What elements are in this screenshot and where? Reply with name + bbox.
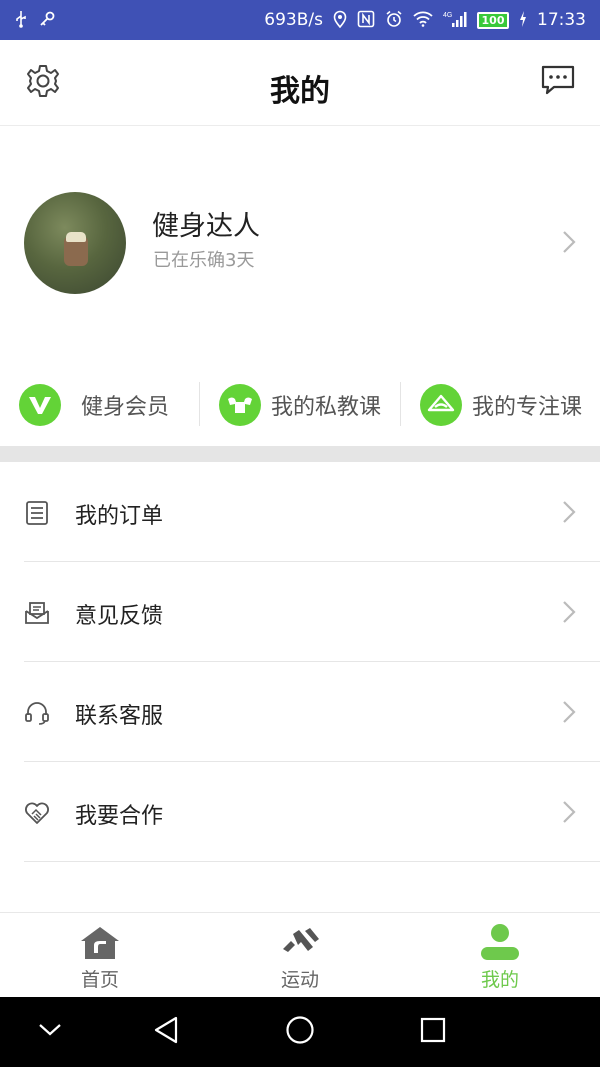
wifi-icon	[413, 11, 433, 30]
menu-item-label: 联系客服	[75, 704, 164, 729]
order-list-icon	[24, 500, 50, 526]
quick-action-label: 我的私教课	[271, 395, 382, 420]
feedback-icon	[24, 600, 50, 626]
bottom-tab-bar: 首页 运动 我的	[0, 912, 600, 997]
quick-action-label: 健身会员	[81, 395, 170, 420]
home-circle-icon	[285, 1015, 315, 1049]
vip-v-icon	[19, 384, 61, 426]
avatar-hat	[66, 232, 86, 242]
battery-icon: 100	[477, 11, 509, 29]
message-icon	[540, 64, 576, 100]
muscle-icon	[219, 384, 261, 426]
recents-square-icon	[419, 1016, 447, 1048]
chevron-right-icon	[562, 600, 576, 628]
tab-label: 首页	[80, 969, 119, 991]
user-icon	[479, 923, 521, 963]
headset-icon	[24, 700, 50, 726]
network-speed: 693B/s	[264, 10, 323, 30]
key-icon	[38, 10, 56, 31]
divider	[199, 382, 200, 426]
user-name: 健身达人	[152, 211, 260, 242]
status-bar: 693B/s 4G 100 17:33	[0, 0, 600, 40]
location-icon	[333, 10, 347, 31]
chevron-right-icon	[562, 700, 576, 728]
quick-actions: 健身会员 我的私教课 我的专注课	[0, 364, 600, 446]
menu-item-customer-service[interactable]: 联系客服	[0, 662, 600, 762]
nav-recents-button[interactable]	[413, 1012, 453, 1052]
section-divider	[0, 446, 600, 462]
focus-icon	[420, 384, 462, 426]
alarm-icon	[385, 10, 403, 31]
divider	[400, 382, 401, 426]
nav-collapse-button[interactable]	[30, 1012, 70, 1052]
chevron-right-icon	[562, 800, 576, 828]
quick-action-label: 我的专注课	[472, 395, 583, 420]
quick-action-focus-class[interactable]: 我的专注课	[420, 364, 582, 446]
signal-icon: 4G	[443, 10, 467, 31]
tab-label: 运动	[280, 969, 319, 991]
membership-days: 已在乐确3天	[153, 250, 255, 271]
tab-sport[interactable]: 运动	[200, 913, 400, 997]
charging-icon	[519, 10, 527, 30]
nav-back-button[interactable]	[146, 1012, 186, 1052]
tab-home[interactable]: 首页	[0, 913, 200, 997]
menu-item-feedback[interactable]: 意见反馈	[0, 562, 600, 662]
message-button[interactable]	[538, 64, 578, 100]
tab-mine[interactable]: 我的	[400, 913, 600, 997]
handshake-icon	[24, 800, 50, 826]
running-icon	[279, 923, 321, 963]
quick-action-private-class[interactable]: 我的私教课	[219, 364, 381, 446]
menu-item-label: 我要合作	[75, 804, 164, 829]
back-triangle-icon	[152, 1015, 180, 1049]
menu-item-orders[interactable]: 我的订单	[0, 462, 600, 562]
header: 我的	[0, 40, 600, 126]
system-navigation-bar	[0, 997, 600, 1067]
battery-level: 100	[481, 13, 505, 27]
menu-item-label: 我的订单	[75, 504, 164, 529]
chevron-right-icon	[562, 500, 576, 528]
divider	[24, 861, 600, 862]
usb-icon	[14, 10, 28, 31]
page-title: 我的	[270, 74, 330, 109]
profile-card[interactable]: 健身达人 已在乐确3天	[0, 126, 600, 364]
nav-home-button[interactable]	[280, 1012, 320, 1052]
quick-action-membership[interactable]: 健身会员	[19, 364, 169, 446]
chevron-right-icon	[562, 230, 576, 258]
menu-list: 我的订单 意见反馈 联系客服 我要合作	[0, 462, 600, 862]
menu-item-label: 意见反馈	[75, 604, 164, 629]
clock: 17:33	[537, 10, 586, 30]
chevron-down-icon	[37, 1022, 63, 1042]
avatar[interactable]	[24, 192, 126, 294]
tab-label: 我的	[480, 969, 519, 991]
signal-label: 4G	[443, 12, 452, 19]
nfc-icon	[357, 10, 375, 31]
home-icon	[79, 923, 121, 963]
menu-item-cooperation[interactable]: 我要合作	[0, 762, 600, 862]
